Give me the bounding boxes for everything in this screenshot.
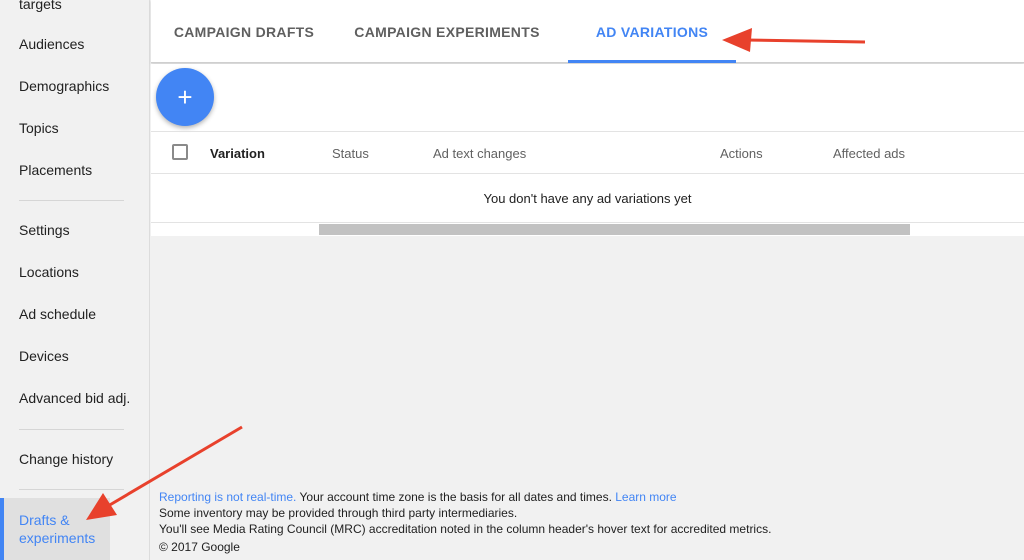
ad-variations-panel: + Variation Status Ad text changes Actio… bbox=[151, 64, 1024, 236]
select-all-checkbox[interactable] bbox=[172, 144, 188, 160]
sidebar: targets Audiences Demographics Topics Pl… bbox=[0, 0, 150, 560]
sidebar-item-demographics[interactable]: Demographics bbox=[0, 65, 149, 107]
sidebar-item-ad-schedule[interactable]: Ad schedule bbox=[0, 293, 149, 335]
sidebar-item-audiences[interactable]: Audiences bbox=[0, 23, 149, 65]
sidebar-item-advanced-bid-adj[interactable]: Advanced bid adj. bbox=[0, 377, 149, 419]
tab-ad-variations[interactable]: AD VARIATIONS bbox=[568, 0, 736, 63]
sidebar-item-targets[interactable]: targets bbox=[0, 0, 149, 25]
empty-state-message: You don't have any ad variations yet bbox=[151, 174, 1024, 223]
sidebar-divider bbox=[19, 489, 124, 490]
inventory-text: Some inventory may be provided through t… bbox=[159, 506, 518, 520]
active-tab-indicator bbox=[568, 60, 736, 63]
sidebar-divider bbox=[19, 429, 124, 430]
column-header-status[interactable]: Status bbox=[332, 132, 369, 175]
tab-bar: CAMPAIGN DRAFTS CAMPAIGN EXPERIMENTS AD … bbox=[151, 0, 1024, 63]
sidebar-item-settings[interactable]: Settings bbox=[0, 209, 149, 251]
sidebar-item-topics[interactable]: Topics bbox=[0, 107, 149, 149]
reporting-link[interactable]: Reporting is not real-time. bbox=[159, 490, 296, 504]
column-header-actions[interactable]: Actions bbox=[720, 132, 763, 175]
learn-more-link[interactable]: Learn more bbox=[615, 490, 676, 504]
sidebar-item-change-history[interactable]: Change history bbox=[0, 438, 149, 480]
tab-campaign-drafts[interactable]: CAMPAIGN DRAFTS bbox=[151, 0, 337, 63]
column-header-variation[interactable]: Variation bbox=[210, 132, 265, 175]
sidebar-divider bbox=[19, 200, 124, 201]
table-header: Variation Status Ad text changes Actions… bbox=[151, 131, 1024, 174]
mrc-text: You'll see Media Rating Council (MRC) ac… bbox=[159, 522, 772, 536]
column-header-ad-text-changes[interactable]: Ad text changes bbox=[433, 132, 526, 175]
footer-reporting-line: Reporting is not real-time. Your account… bbox=[159, 489, 1019, 505]
sidebar-item-devices[interactable]: Devices bbox=[0, 335, 149, 377]
sidebar-item-placements[interactable]: Placements bbox=[0, 149, 149, 191]
main-content: CAMPAIGN DRAFTS CAMPAIGN EXPERIMENTS AD … bbox=[151, 0, 1024, 560]
sidebar-item-drafts-experiments[interactable]: Drafts & experiments bbox=[0, 498, 110, 560]
page-footer: Reporting is not real-time. Your account… bbox=[159, 489, 1019, 555]
column-header-affected-ads[interactable]: Affected ads bbox=[833, 132, 905, 175]
tab-campaign-experiments[interactable]: CAMPAIGN EXPERIMENTS bbox=[337, 0, 557, 63]
sidebar-item-locations[interactable]: Locations bbox=[0, 251, 149, 293]
add-variation-button[interactable]: + bbox=[156, 68, 214, 126]
horizontal-scrollbar[interactable] bbox=[319, 224, 910, 235]
copyright: © 2017 Google bbox=[159, 540, 240, 554]
timezone-text: Your account time zone is the basis for … bbox=[296, 490, 616, 504]
